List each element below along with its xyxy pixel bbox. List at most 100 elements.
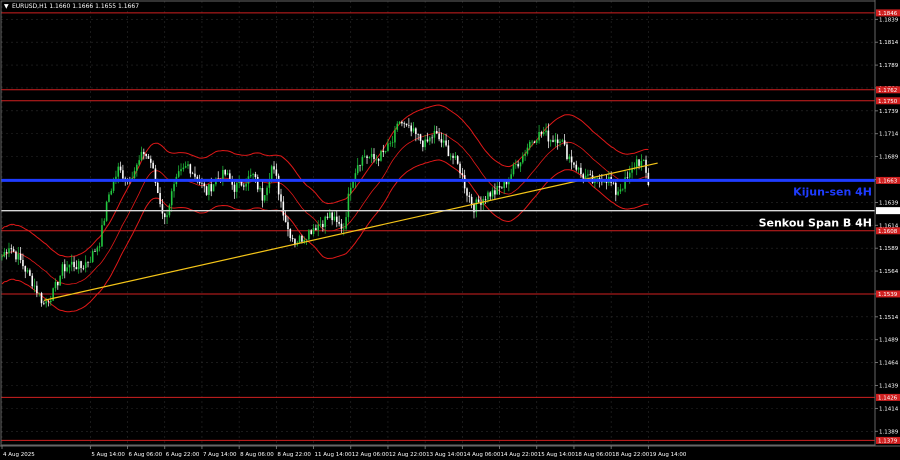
candle-body [75, 267, 78, 270]
candle-body [87, 262, 89, 263]
candle-body [391, 142, 394, 144]
candle-body [554, 139, 557, 142]
candle-body [152, 162, 154, 169]
candle-body [617, 191, 619, 195]
candle-body [3, 252, 6, 257]
candle-body [96, 247, 99, 252]
candle-body [10, 248, 13, 250]
candle-body [182, 167, 185, 170]
candle-body [261, 188, 264, 201]
candle-body [484, 199, 487, 200]
candle-body [270, 166, 273, 181]
candle-body [103, 220, 106, 226]
time-tick-label: 6 Aug 06:00 [129, 452, 163, 458]
candle-body [331, 212, 333, 221]
candle-body [426, 139, 429, 142]
candle-body [233, 184, 236, 192]
candle-body [459, 163, 461, 174]
candle-body [468, 195, 471, 197]
candle-body [301, 235, 303, 242]
candle-body [408, 125, 410, 126]
candle-body [205, 186, 208, 195]
candle-body [596, 178, 598, 179]
candle-body [243, 185, 245, 187]
candle-body [510, 174, 512, 180]
candle-body [491, 190, 494, 197]
candle-body [277, 175, 280, 195]
candle-body [398, 121, 401, 124]
candle-body [535, 140, 538, 143]
candle-body [236, 182, 238, 192]
time-tick-label: 19 Aug 14:00 [649, 452, 687, 458]
candle-body [431, 137, 433, 139]
candle-body [263, 195, 266, 201]
candle-body [342, 228, 345, 230]
candle-body [577, 167, 580, 170]
candle-body [340, 223, 343, 229]
candle-body [501, 187, 503, 189]
candle-body [447, 145, 450, 157]
candle-body [166, 215, 168, 218]
candle-body [373, 153, 375, 160]
price-tick-label: 1.1564 [879, 269, 899, 275]
candle-body [284, 215, 287, 223]
candle-body [36, 285, 38, 294]
candle-body [89, 262, 92, 263]
price-tick-label: 1.1589 [879, 246, 899, 252]
candle-body [19, 253, 22, 261]
candle-body [136, 164, 138, 171]
candle-body [140, 151, 143, 161]
candle-body [498, 186, 501, 188]
candle-body [61, 264, 64, 276]
price-chart[interactable]: 1.18391.18141.17891.17641.17391.17141.16… [0, 0, 900, 460]
time-tick-label: 7 Aug 14:00 [203, 452, 237, 458]
candle-body [57, 281, 59, 286]
level-tag: 1.1762 [878, 88, 897, 94]
candle-body [312, 228, 315, 234]
candle-body [573, 162, 575, 165]
time-tick-label: 18 Aug 22:00 [612, 452, 650, 458]
candle-body [210, 184, 213, 192]
time-tick-label: 12 Aug 06:00 [352, 452, 390, 458]
candle-body [405, 123, 408, 126]
candle-body [619, 189, 622, 192]
senkou-span-b-tag: 1.1630 [878, 209, 898, 215]
candle-body [33, 285, 36, 287]
candle-body [101, 225, 103, 247]
candle-body [22, 260, 24, 267]
candle-body [317, 224, 319, 231]
candle-body [438, 133, 440, 140]
symbol-arrow-icon: ▼ [4, 3, 9, 10]
candle-body [584, 175, 587, 179]
candle-body [449, 155, 452, 157]
time-tick-label: 13 Aug 14:00 [426, 452, 464, 458]
candle-body [254, 174, 257, 178]
chart-header: ▼ EURUSD,H1 1.1660 1.1666 1.1655 1.1667 [4, 3, 139, 10]
candle-body [161, 204, 164, 214]
candle-body [180, 169, 182, 172]
candle-body [38, 292, 40, 294]
candle-body [477, 199, 480, 202]
candle-body [282, 201, 285, 216]
candle-body [531, 141, 533, 143]
candle-body [570, 156, 573, 163]
candle-body [138, 160, 140, 165]
price-tick-label: 1.1439 [879, 383, 899, 389]
candle-body [156, 182, 159, 193]
candle-body [259, 188, 261, 190]
price-tick-label: 1.1739 [879, 109, 899, 115]
candle-body [545, 130, 547, 133]
candle-body [194, 173, 196, 177]
price-tick-label: 1.1514 [879, 315, 899, 321]
candle-body [54, 281, 57, 289]
candle-body [256, 177, 259, 190]
candle-body [526, 147, 529, 154]
candle-body [345, 217, 347, 229]
symbol-line: EURUSD,H1 1.1660 1.1666 1.1655 1.1667 [12, 3, 139, 10]
candle-body [542, 132, 545, 135]
time-tick-label: 15 Aug 14:00 [538, 452, 576, 458]
candle-body [184, 166, 187, 168]
candle-body [456, 156, 459, 164]
candle-body [133, 170, 136, 179]
candle-body [73, 261, 75, 268]
